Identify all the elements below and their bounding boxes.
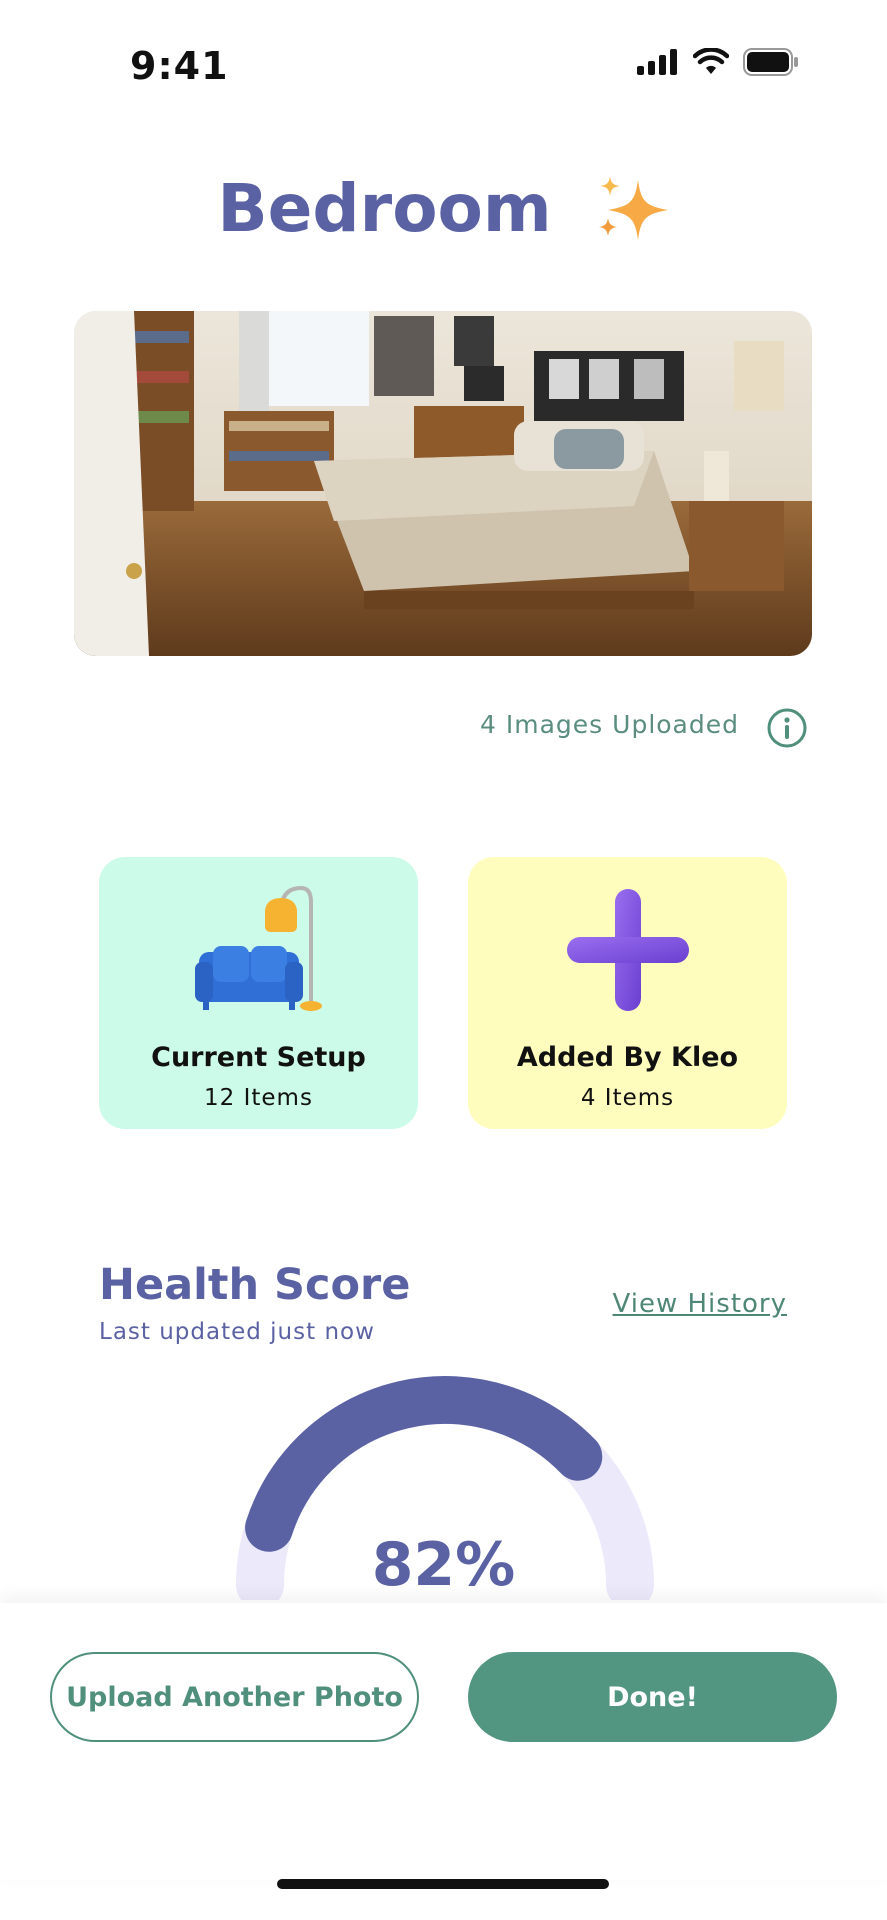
card-subtitle: 4 Items bbox=[580, 1085, 675, 1111]
card-subtitle: 12 Items bbox=[204, 1085, 313, 1111]
gauge-progress bbox=[245, 1376, 603, 1552]
health-score-updated: Last updated just now bbox=[99, 1319, 375, 1345]
images-uploaded-label: 4 Images Uploaded bbox=[480, 710, 739, 739]
room-photo[interactable] bbox=[74, 311, 812, 656]
cellular-signal-icon bbox=[637, 49, 677, 75]
health-score-value: 82% bbox=[371, 1530, 516, 1600]
page-title: Bedroom bbox=[217, 170, 552, 247]
health-score-title: Health Score bbox=[99, 1260, 411, 1310]
info-icon[interactable] bbox=[767, 708, 807, 748]
current-setup-card[interactable]: Current Setup 12 Items bbox=[99, 857, 418, 1129]
card-title: Current Setup bbox=[151, 1042, 366, 1073]
done-button[interactable]: Done! bbox=[468, 1652, 837, 1742]
status-time: 9:41 bbox=[130, 44, 229, 88]
bedroom-image bbox=[74, 311, 812, 656]
upload-another-photo-button[interactable]: Upload Another Photo bbox=[50, 1652, 419, 1742]
home-indicator bbox=[277, 1879, 609, 1889]
status-icons bbox=[637, 48, 799, 76]
wifi-icon bbox=[693, 48, 729, 74]
card-title: Added By Kleo bbox=[516, 1042, 739, 1073]
battery-icon bbox=[743, 48, 798, 76]
view-history-link[interactable]: View History bbox=[613, 1289, 787, 1319]
sofa-lamp-icon bbox=[194, 885, 322, 1011]
plus-icon bbox=[566, 888, 689, 1011]
sparkles-icon bbox=[598, 175, 668, 240]
page-title-row: Bedroom bbox=[0, 170, 887, 247]
added-by-kleo-card[interactable]: Added By Kleo 4 Items bbox=[468, 857, 787, 1129]
